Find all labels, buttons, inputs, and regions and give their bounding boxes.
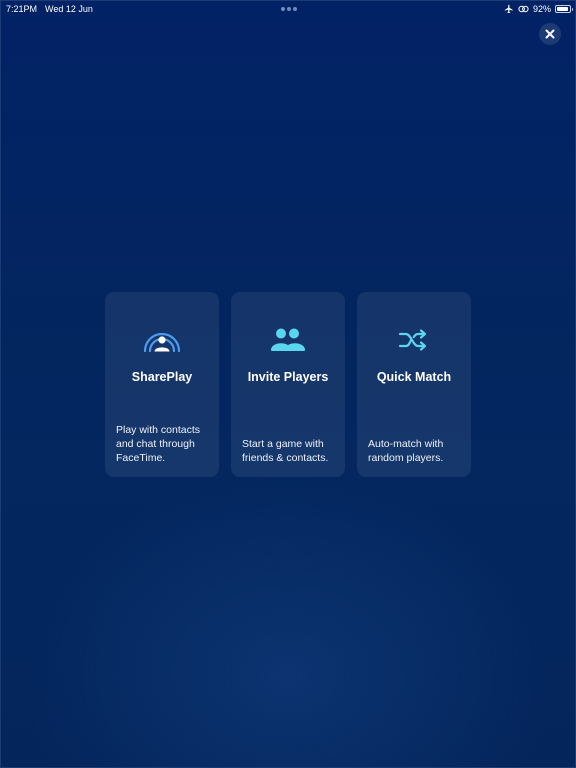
game-mode-cards: SharePlay Play with contacts and chat th… xyxy=(105,292,471,477)
link-icon xyxy=(518,5,529,12)
battery-percentage: 92% xyxy=(532,4,551,14)
card-title: Invite Players xyxy=(247,370,329,384)
battery-icon xyxy=(555,4,573,13)
shareplay-card[interactable]: SharePlay Play with contacts and chat th… xyxy=(105,292,219,477)
card-title: SharePlay xyxy=(131,370,193,384)
status-date: Wed 12 Jun xyxy=(45,4,93,14)
close-button[interactable] xyxy=(539,23,561,45)
card-description: Play with contacts and chat through Face… xyxy=(116,424,201,464)
card-title: Quick Match xyxy=(376,370,452,384)
airplane-icon xyxy=(504,4,513,13)
shareplay-icon xyxy=(143,332,181,353)
shuffle-icon xyxy=(398,329,427,351)
quick-match-card[interactable]: Quick Match Auto-match with random playe… xyxy=(357,292,471,477)
status-time: 7:21PM xyxy=(6,4,38,14)
people-icon xyxy=(271,328,305,351)
multitasking-dots-icon[interactable] xyxy=(281,7,297,11)
battery-fill xyxy=(557,6,569,11)
card-description: Auto-match with random players. xyxy=(368,438,444,464)
close-icon xyxy=(545,29,555,39)
invite-players-card[interactable]: Invite Players Start a game with friends… xyxy=(231,292,345,477)
card-description: Start a game with friends & contacts. xyxy=(242,438,329,464)
status-bar: 7:21PM Wed 12 Jun 92% xyxy=(1,1,576,17)
status-indicators: 92% xyxy=(504,3,573,14)
